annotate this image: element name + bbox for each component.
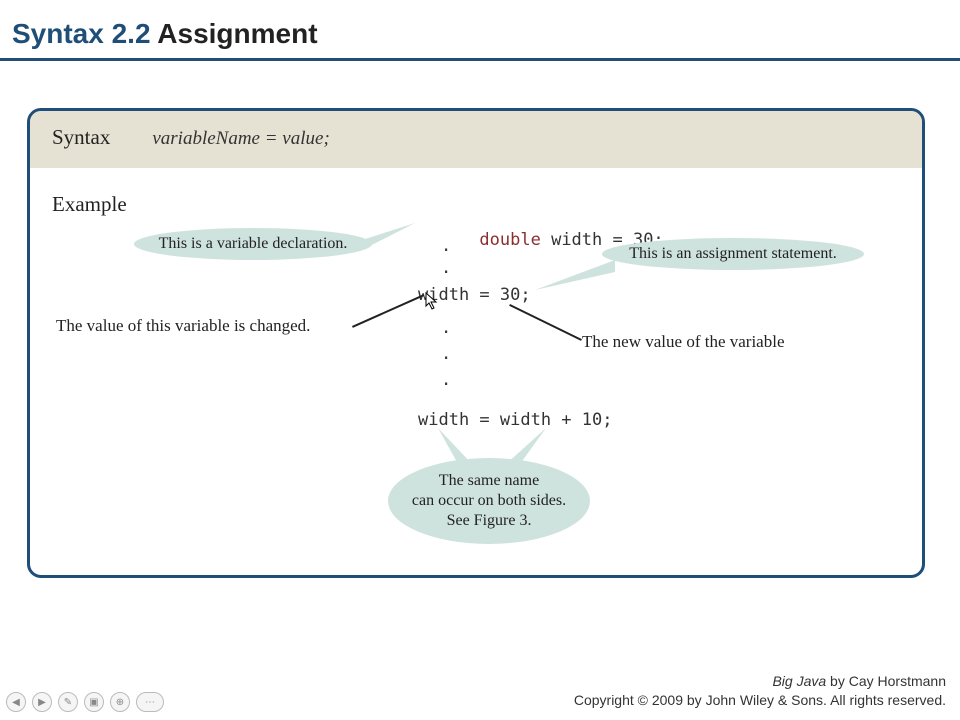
zoom-button[interactable]: ⊕	[110, 692, 130, 712]
next-button[interactable]: ▶	[32, 692, 52, 712]
ellipsis-dot: .	[441, 344, 451, 364]
callout-assignment-pointer	[530, 258, 620, 298]
pen-button[interactable]: ✎	[58, 692, 78, 712]
screen-button[interactable]: ▣	[84, 692, 104, 712]
footer-copyright: Copyright © 2009 by John Wiley & Sons. A…	[574, 691, 946, 710]
syntax-code: variableName = value;	[152, 128, 329, 150]
header-syntax-number: Syntax 2.2	[12, 18, 151, 49]
callout-assignment-text: This is an assignment statement.	[629, 244, 837, 264]
syntax-card: Syntax variableName = value; Example dou…	[27, 108, 925, 578]
callout-same-name-pointer	[428, 426, 568, 466]
callout-same-name: The same name can occur on both sides. S…	[388, 458, 590, 544]
line-new-value	[509, 304, 582, 340]
syntax-label: Syntax	[52, 125, 110, 150]
more-button[interactable]: ⋯	[136, 692, 164, 712]
example-label: Example	[52, 192, 127, 217]
slide-nav-controls: ◀ ▶ ✎ ▣ ⊕ ⋯	[6, 692, 164, 712]
callout-same-name-line3: See Figure 3.	[412, 511, 566, 531]
line-value-changed	[352, 294, 424, 327]
label-new-value: The new value of the variable	[582, 332, 785, 352]
ellipsis-dot: .	[441, 236, 451, 256]
ellipsis-dot: .	[441, 370, 451, 390]
ellipsis-dot: .	[441, 258, 451, 278]
ellipsis-dot: .	[441, 318, 451, 338]
callout-declaration-pointer	[360, 218, 420, 248]
label-value-changed: The value of this variable is changed.	[56, 316, 310, 336]
keyword-double: double	[479, 230, 540, 250]
code-line-assignment: width = 30;	[418, 285, 531, 305]
syntax-bar: Syntax variableName = value;	[30, 111, 922, 168]
prev-button[interactable]: ◀	[6, 692, 26, 712]
callout-same-name-line1: The same name	[412, 471, 566, 491]
callout-assignment: This is an assignment statement.	[602, 238, 864, 270]
header-title: Assignment	[151, 18, 318, 49]
callout-same-name-line2: can occur on both sides.	[412, 491, 566, 511]
footer-author: by Cay Horstmann	[826, 673, 946, 689]
callout-declaration-text: This is a variable declaration.	[159, 234, 348, 254]
callout-declaration: This is a variable declaration.	[134, 228, 372, 260]
page-header: Syntax 2.2 Assignment	[0, 0, 960, 61]
footer: Big Java by Cay Horstmann Copyright © 20…	[574, 672, 946, 710]
footer-book-title: Big Java	[772, 673, 826, 689]
footer-line1: Big Java by Cay Horstmann	[574, 672, 946, 691]
example-area: Example double width = 30; . . width = 3…	[30, 168, 922, 574]
